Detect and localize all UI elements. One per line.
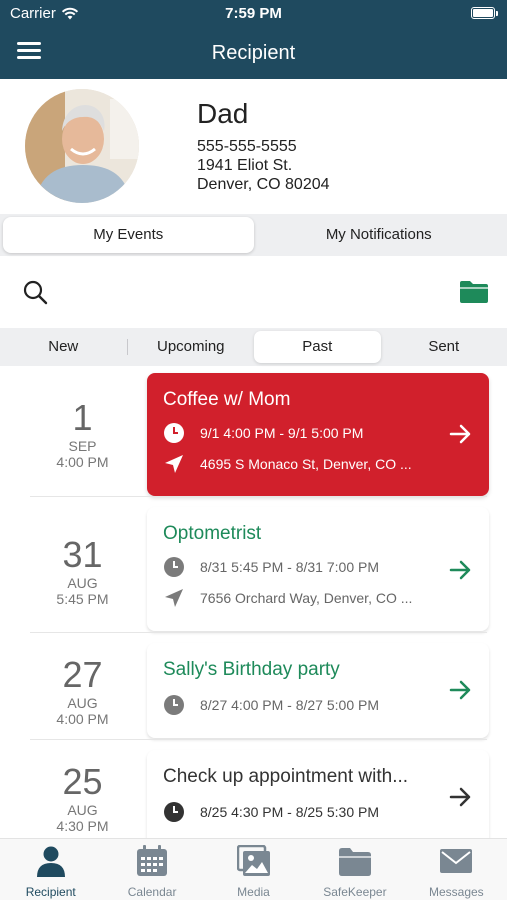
tab-media[interactable]: Media: [203, 839, 304, 900]
filter-sent[interactable]: Sent: [381, 331, 507, 363]
tab-calendar[interactable]: Calendar: [101, 839, 202, 900]
tab-my-events[interactable]: My Events: [3, 217, 254, 253]
event-time: 4:30 PM: [56, 818, 109, 834]
tab-label: Recipient: [25, 885, 76, 899]
event-title: Sally's Birthday party: [163, 659, 340, 680]
arrow-right-icon[interactable]: [449, 559, 473, 581]
tab-my-notifications[interactable]: My Notifications: [254, 217, 505, 253]
clock-icon: [164, 694, 184, 715]
status-bar: Carrier 7:59 PM: [0, 0, 507, 28]
tab-recipient[interactable]: Recipient: [0, 839, 101, 900]
event-date: 27 AUG 4:00 PM: [30, 655, 135, 728]
bottom-tab-bar: Recipient Calendar Media SafeKeeper Mess…: [0, 838, 507, 900]
event-date: 25 AUG 4:30 PM: [30, 762, 135, 835]
list-item[interactable]: 31 AUG 5:45 PM Optometrist 8/31 5:45 PM …: [0, 497, 507, 633]
event-day: 31: [62, 534, 103, 575]
filter-upcoming[interactable]: Upcoming: [128, 331, 255, 363]
event-card[interactable]: Coffee w/ Mom 9/1 4:00 PM - 9/1 5:00 PM …: [147, 373, 489, 496]
event-day: 25: [62, 761, 103, 802]
event-list: 1 SEP 4:00 PM Coffee w/ Mom 9/1 4:00 PM …: [0, 366, 507, 838]
recipient-name: Dad: [197, 98, 249, 129]
recipient-street: 1941 Eliot St.: [197, 157, 293, 174]
list-item[interactable]: 1 SEP 4:00 PM Coffee w/ Mom 9/1 4:00 PM …: [0, 366, 507, 497]
event-time: 4:00 PM: [56, 711, 109, 727]
envelope-icon: [440, 849, 473, 873]
filter-new[interactable]: New: [0, 331, 127, 363]
app-header: Carrier 7:59 PM Recipient: [0, 0, 507, 79]
event-day: 27: [62, 654, 103, 695]
events-toolbar: [0, 256, 507, 326]
person-icon: [36, 846, 65, 877]
event-month: AUG: [67, 575, 98, 591]
event-time: 5:45 PM: [56, 591, 109, 607]
event-where-text: 4695 S Monaco St, Denver, CO ...: [200, 455, 412, 472]
clock-icon: [164, 422, 184, 443]
clock-icon: [164, 801, 184, 822]
event-when: 9/1 4:00 PM - 9/1 5:00 PM: [163, 417, 443, 448]
event-card[interactable]: Check up appointment with... 8/25 4:30 P…: [147, 750, 489, 838]
arrow-right-icon[interactable]: [449, 679, 473, 701]
event-when: 8/27 4:00 PM - 8/27 5:00 PM: [163, 689, 443, 720]
status-time: 7:59 PM: [225, 5, 282, 22]
event-where: 7656 Orchard Way, Denver, CO ...: [163, 582, 443, 613]
event-when-text: 8/31 5:45 PM - 8/31 7:00 PM: [200, 558, 379, 575]
avatar[interactable]: [25, 89, 139, 203]
folder-icon: [338, 848, 371, 876]
arrow-right-icon[interactable]: [449, 423, 473, 445]
recipient-city: Denver, CO 80204: [197, 176, 330, 193]
event-title: Optometrist: [163, 523, 262, 544]
recipient-profile: Dad 555-555-5555 1941 Eliot St. Denver, …: [0, 79, 507, 214]
main-segmented-control: My Events My Notifications: [0, 214, 507, 256]
arrow-right-icon[interactable]: [449, 786, 473, 808]
list-item[interactable]: 25 AUG 4:30 PM Check up appointment with…: [0, 740, 507, 838]
event-title: Coffee w/ Mom: [163, 389, 291, 410]
recipient-phone[interactable]: 555-555-5555: [197, 137, 330, 156]
tab-label: SafeKeeper: [323, 885, 387, 899]
event-when-text: 9/1 4:00 PM - 9/1 5:00 PM: [200, 424, 364, 441]
event-month: AUG: [67, 695, 98, 711]
event-time: 4:00 PM: [56, 454, 109, 470]
clock-icon: [164, 556, 184, 577]
event-month: SEP: [68, 438, 97, 454]
tab-label: Media: [237, 885, 270, 899]
location-arrow-icon: [165, 454, 183, 473]
event-where: 4695 S Monaco St, Denver, CO ...: [163, 448, 443, 479]
calendar-icon: [137, 845, 168, 876]
event-when: 8/31 5:45 PM - 8/31 7:00 PM: [163, 551, 443, 582]
event-date: 31 AUG 5:45 PM: [30, 535, 135, 608]
event-title: Check up appointment with...: [163, 766, 409, 787]
page-title: Recipient: [211, 42, 296, 64]
folder-icon[interactable]: [459, 280, 489, 304]
recipient-contact: 555-555-5555 1941 Eliot St. Denver, CO 8…: [197, 137, 330, 194]
search-icon[interactable]: [22, 279, 48, 305]
event-filter-control: New Upcoming Past Sent: [0, 328, 507, 366]
event-date: 1 SEP 4:00 PM: [30, 398, 135, 471]
location-arrow-icon: [165, 588, 183, 607]
event-when-text: 8/27 4:00 PM - 8/27 5:00 PM: [200, 696, 379, 713]
list-item[interactable]: 27 AUG 4:00 PM Sally's Birthday party 8/…: [0, 633, 507, 740]
filter-past[interactable]: Past: [254, 331, 381, 363]
tab-safekeeper[interactable]: SafeKeeper: [304, 839, 405, 900]
event-where-text: 7656 Orchard Way, Denver, CO ...: [200, 589, 413, 606]
event-when: 8/25 4:30 PM - 8/25 5:30 PM: [163, 796, 443, 827]
event-when-text: 8/25 4:30 PM - 8/25 5:30 PM: [200, 803, 379, 820]
event-month: AUG: [67, 802, 98, 818]
event-day: 1: [72, 397, 93, 438]
event-card[interactable]: Sally's Birthday party 8/27 4:00 PM - 8/…: [147, 643, 489, 738]
battery-icon: [471, 7, 498, 19]
tab-label: Messages: [428, 885, 484, 899]
tab-label: Calendar: [127, 885, 177, 899]
photos-icon: [236, 845, 270, 876]
event-card[interactable]: Optometrist 8/31 5:45 PM - 8/31 7:00 PM …: [147, 507, 489, 631]
tab-messages[interactable]: Messages: [406, 839, 507, 900]
